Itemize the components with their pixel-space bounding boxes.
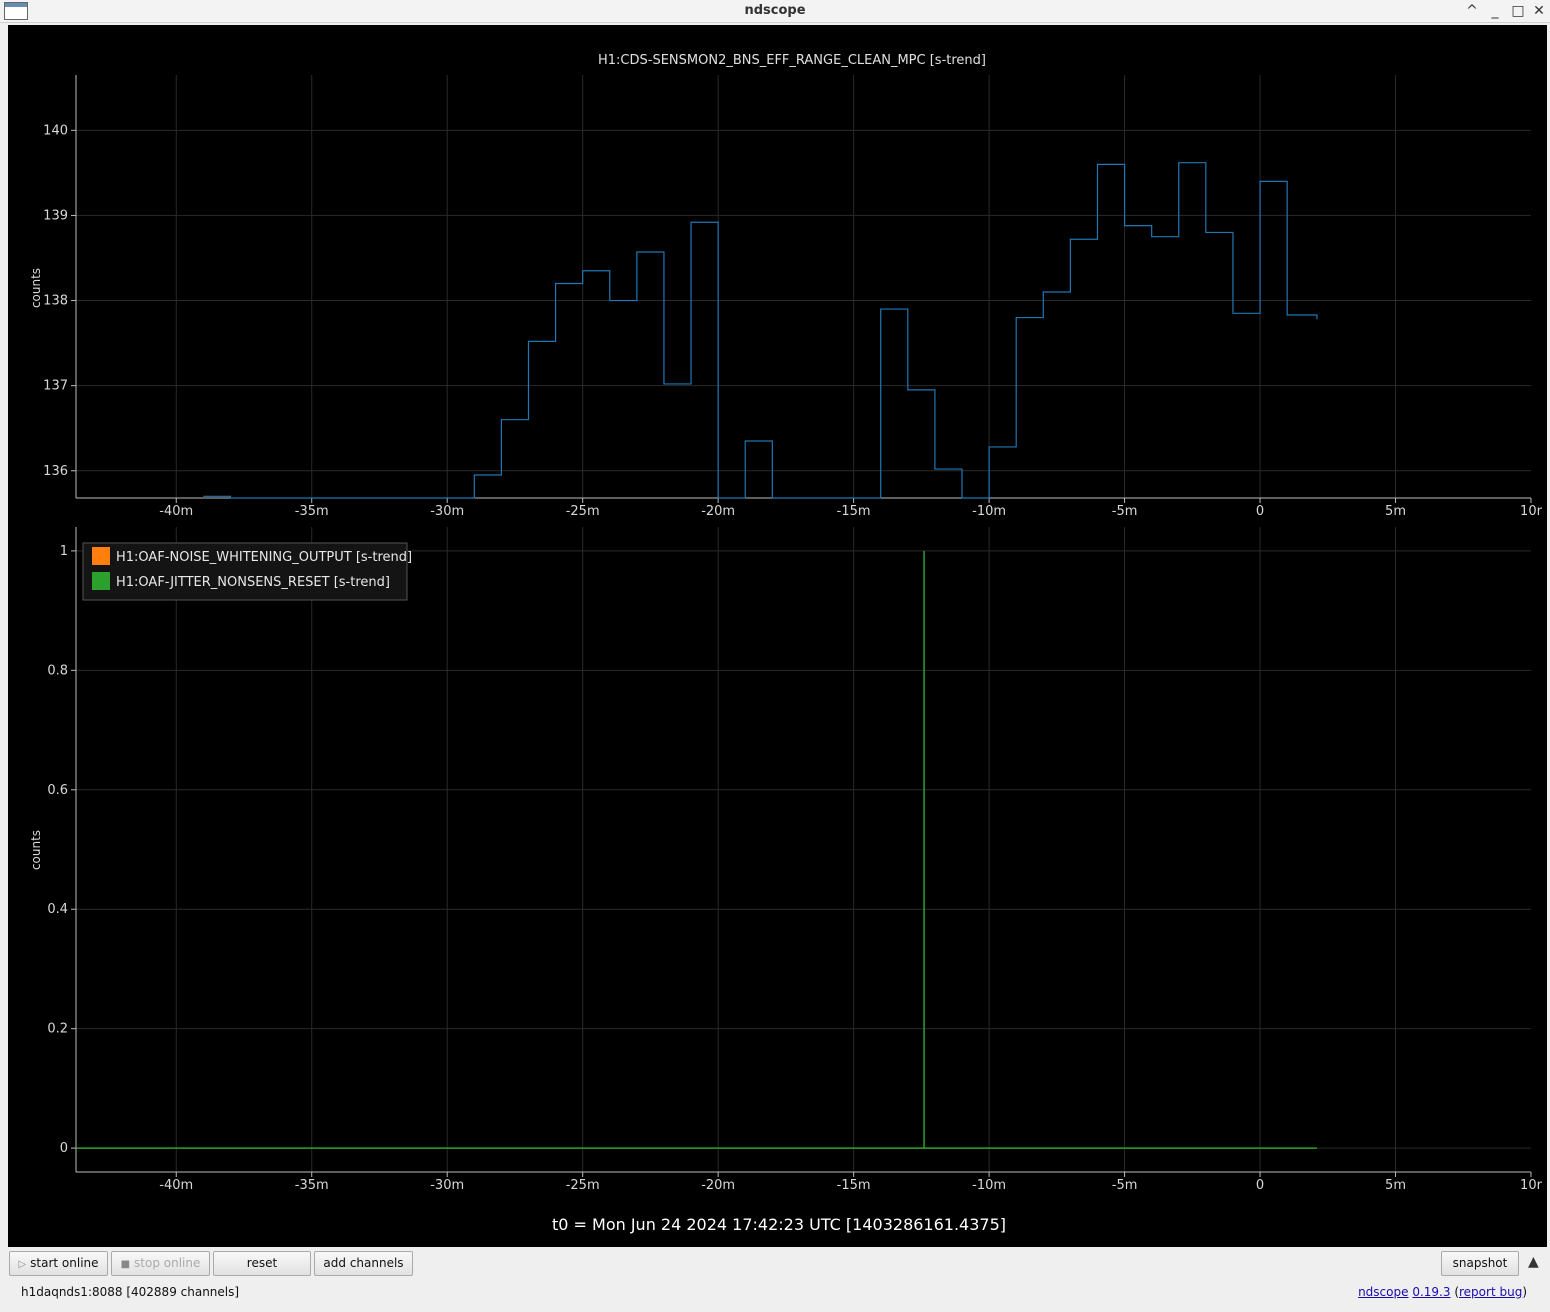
- stop-online-label: stop online: [134, 1256, 201, 1270]
- collapse-up-icon[interactable]: ▲: [1528, 1254, 1539, 1270]
- top-xtick-label: -35m: [295, 504, 329, 519]
- bottom-xtick-label: -5m: [1112, 1178, 1138, 1193]
- bottom-ytick-label: 0.6: [47, 783, 68, 798]
- top-plot-ylabel: counts: [29, 268, 43, 308]
- ndscope-link[interactable]: ndscope: [1358, 1285, 1408, 1299]
- bottom-xtick-label: -15m: [837, 1178, 871, 1193]
- bottom-plot-series: [76, 550, 1317, 1149]
- bottom-ytick-label: 0.8: [47, 663, 68, 678]
- bottom-xtick-label: 10r: [1520, 1178, 1543, 1193]
- bottom-xtick-label: 5m: [1385, 1178, 1406, 1193]
- top-ytick-label: 140: [43, 123, 68, 138]
- start-online-button[interactable]: ▷ start online: [9, 1251, 108, 1276]
- window-titlebar: ndscope ^ _ □ ✕: [0, 0, 1550, 23]
- bottom-xtick-label: -10m: [972, 1178, 1006, 1193]
- top-xtick-label: -10m: [972, 504, 1006, 519]
- bottom-plot-legend[interactable]: H1:OAF-NOISE_WHITENING_OUTPUT [s-trend] …: [82, 542, 412, 601]
- top-xtick-label: 10r: [1520, 504, 1543, 519]
- legend-label-noise-whitening: H1:OAF-NOISE_WHITENING_OUTPUT [s-trend]: [116, 550, 412, 565]
- bottom-plot-grid: [76, 527, 1531, 1172]
- top-xtick-label: -20m: [701, 504, 735, 519]
- server-status: h1daqnds1:8088 [402889 channels]: [21, 1285, 240, 1299]
- bottom-plot-ylabel: counts: [29, 830, 43, 870]
- start-online-label: start online: [30, 1256, 99, 1270]
- bottom-ytick-label: 0.2: [47, 1022, 68, 1037]
- top-ytick-label: 136: [43, 464, 68, 479]
- play-icon: ▷: [18, 1259, 27, 1270]
- bottom-xtick-label: 0: [1256, 1178, 1264, 1193]
- version-info: ndscope 0.19.3 (report bug): [1358, 1285, 1527, 1299]
- report-bug-link[interactable]: report bug: [1459, 1285, 1522, 1299]
- top-plot-series: [203, 162, 1318, 499]
- top-xtick-label: 0: [1256, 504, 1264, 519]
- bottom-xtick-label: -35m: [295, 1178, 329, 1193]
- top-xtick-label: -5m: [1112, 504, 1138, 519]
- add-channels-button[interactable]: add channels: [314, 1251, 413, 1276]
- top-plot-title: H1:CDS-SENSMON2_BNS_EFF_RANGE_CLEAN_MPC …: [598, 53, 986, 68]
- top-xtick-label: -30m: [430, 504, 464, 519]
- bottom-plot-axes: -40m -35m -30m -25m -20m -15m -10m -5m 0 5m 10r 0 0.…: [47, 527, 1543, 1193]
- t0-label: t0 = Mon Jun 24 2024 17:42:23 UTC [14032…: [552, 1215, 1006, 1234]
- bottom-ytick-label: 1: [60, 544, 68, 559]
- legend-swatch-jitter-nonsens: [92, 572, 110, 590]
- snapshot-button[interactable]: snapshot: [1441, 1251, 1519, 1276]
- top-xtick-label: -25m: [566, 504, 600, 519]
- maximize-button[interactable]: □: [1508, 1, 1528, 21]
- sensmon-range-series: [203, 162, 1318, 499]
- top-ytick-label: 139: [43, 208, 68, 223]
- button-bar: ▷ start online ■ stop online reset add cha…: [0, 1248, 1550, 1278]
- top-xtick-label: -15m: [837, 504, 871, 519]
- top-plot-axes: -40m -35m -30m -25m -20m -15m -10m -5m 0 5m 10r 136…: [43, 75, 1543, 519]
- stop-icon: ■: [120, 1259, 131, 1270]
- top-ytick-label: 137: [43, 379, 68, 394]
- status-bar: h1daqnds1:8088 [402889 channels] ndscope…: [0, 1280, 1550, 1310]
- top-plot-grid: [76, 75, 1531, 498]
- close-button[interactable]: ✕: [1529, 1, 1549, 21]
- plot-area[interactable]: H1:CDS-SENSMON2_BNS_EFF_RANGE_CLEAN_MPC …: [8, 25, 1547, 1247]
- plots-canvas[interactable]: H1:CDS-SENSMON2_BNS_EFF_RANGE_CLEAN_MPC …: [8, 25, 1547, 1247]
- bottom-ytick-label: 0: [60, 1141, 68, 1156]
- bottom-xtick-label: -20m: [701, 1178, 735, 1193]
- reset-button[interactable]: reset: [213, 1251, 311, 1276]
- stop-online-button[interactable]: ■ stop online: [111, 1251, 210, 1276]
- bottom-ytick-label: 0.4: [47, 902, 68, 917]
- keep-above-button[interactable]: ^: [1462, 1, 1482, 21]
- minimize-button[interactable]: _: [1485, 1, 1505, 21]
- bottom-xtick-label: -30m: [430, 1178, 464, 1193]
- top-xtick-label: -40m: [159, 504, 193, 519]
- window-title: ndscope: [744, 3, 806, 18]
- bottom-xtick-label: -40m: [159, 1178, 193, 1193]
- bottom-xtick-label: -25m: [566, 1178, 600, 1193]
- version-link[interactable]: 0.19.3: [1412, 1285, 1450, 1299]
- legend-swatch-noise-whitening: [92, 547, 110, 565]
- top-ytick-label: 138: [43, 294, 68, 309]
- legend-label-jitter-nonsens: H1:OAF-JITTER_NONSENS_RESET [s-trend]: [116, 575, 390, 590]
- jitter-nonsens-series: [76, 550, 1317, 1149]
- top-xtick-label: 5m: [1385, 504, 1406, 519]
